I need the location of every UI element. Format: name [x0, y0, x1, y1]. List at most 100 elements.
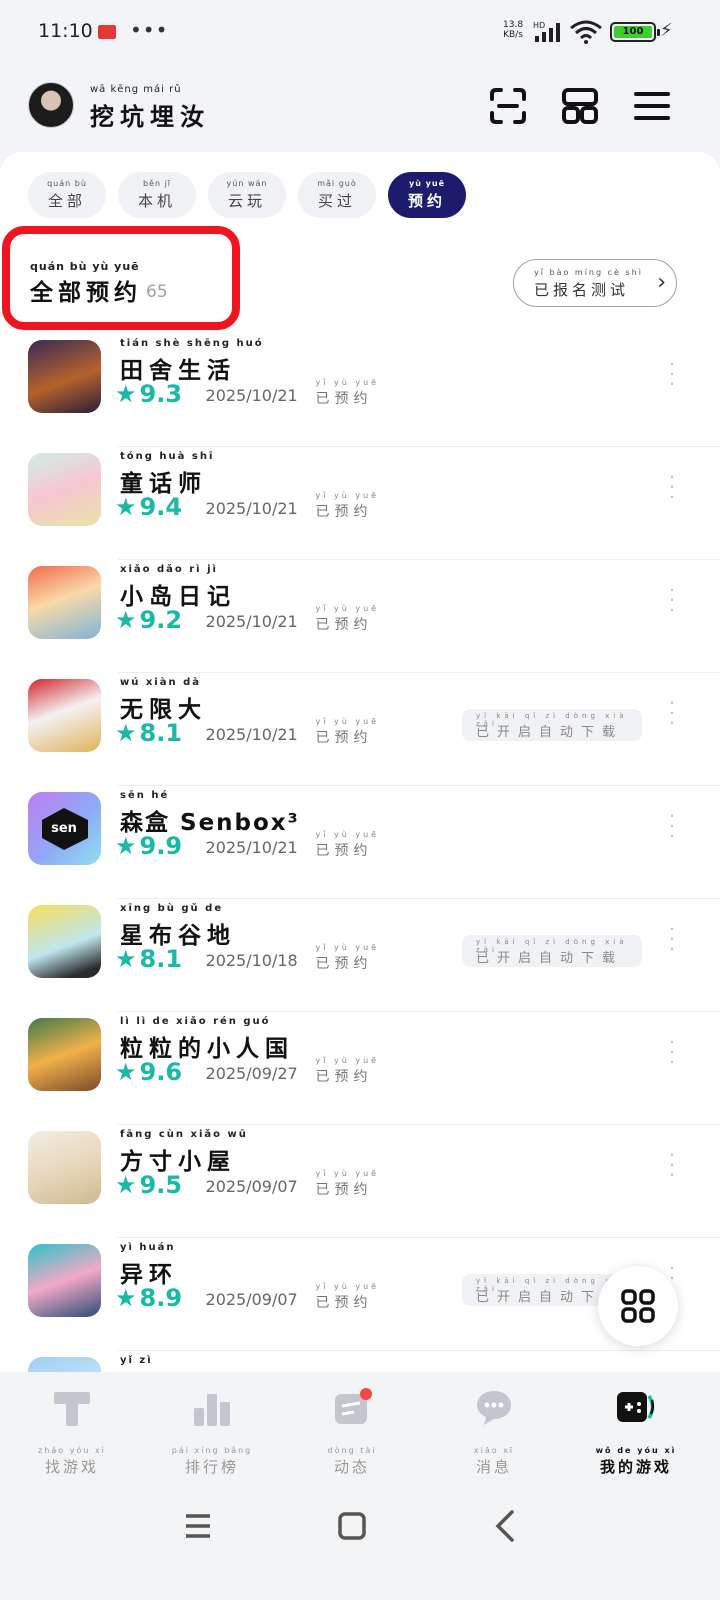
list-item[interactable]: fāng cùn xiǎo wū 方寸小屋 ★ 9.5 2025/09/07 yǐ yù… [0, 1125, 720, 1238]
reserve-date: 2025/10/21 [205, 612, 298, 631]
auto-download-badge: yǐ kāi qǐ zì dòng xià zǎi 已开启自动下载 [462, 709, 642, 741]
app-header: wā kēng mái rǔ 挖坑埋汝 [0, 80, 720, 140]
game-score: 9.9 [139, 832, 183, 860]
nav-messages[interactable]: xiāo xī 消息 [424, 1386, 564, 1477]
signal-icon: HD [533, 22, 560, 42]
star-icon: ★ [115, 1284, 137, 1312]
tab-local[interactable]: běn jī 本机 [118, 172, 196, 218]
game-score: 8.9 [139, 1284, 183, 1312]
find-game-icon [54, 1392, 90, 1426]
game-icon [28, 1357, 101, 1372]
home-icon[interactable] [328, 1506, 376, 1546]
content-panel: quán bù 全部 běn jī 本机 yún wán 云玩 mǎi guò 买过 y… [0, 152, 720, 1372]
tab-purchased[interactable]: mǎi guò 买过 [298, 172, 376, 218]
game-icon [28, 453, 101, 526]
layout-icon[interactable] [560, 86, 600, 126]
menu-icon[interactable] [632, 86, 672, 126]
more-options-icon[interactable]: ··· [664, 469, 680, 507]
reserved-status: yǐ yù yuē 已预约 [315, 378, 380, 407]
list-item[interactable]: yǐ zì [0, 1351, 720, 1372]
list-item[interactable]: lì lì de xiǎo rén guó 粒粒的小人国 ★ 9.6 2025/09/… [0, 1012, 720, 1125]
star-icon: ★ [115, 832, 137, 860]
star-icon: ★ [115, 380, 137, 408]
back-icon[interactable] [482, 1506, 530, 1546]
status-time: 11:10 [38, 20, 93, 42]
reserved-status: yǐ yù yuē 已预约 [315, 830, 380, 859]
my-games-icon [617, 1392, 655, 1422]
reserve-date: 2025/09/27 [205, 1064, 298, 1083]
list-item[interactable]: xīng bù gǔ de 星布谷地 ★ 8.1 2025/10/18 yǐ yù yu… [0, 899, 720, 1012]
feed-icon [335, 1388, 372, 1424]
star-icon: ★ [115, 606, 137, 634]
scan-icon[interactable] [488, 86, 528, 126]
reserve-date: 2025/10/21 [205, 386, 298, 405]
chevron-right-icon: › [657, 270, 666, 295]
network-speed: 13.8 KB/s [503, 20, 524, 40]
more-options-icon[interactable]: ··· [664, 1147, 680, 1185]
bottom-nav: zhǎo yóu xì 找游戏 pái xíng bǎng 排行榜 dòng tài… [0, 1372, 720, 1482]
star-icon: ★ [115, 493, 137, 521]
game-list: tián shè shēng huó 田舍生活 ★ 9.3 2025/10/21 yǐ … [0, 334, 720, 1372]
reserved-status: yǐ yù yuē 已预约 [315, 1169, 380, 1198]
signed-up-test-button[interactable]: yǐ bào míng cè shì 已报名测试 › [513, 259, 677, 307]
nav-find-game[interactable]: zhǎo yóu xì 找游戏 [2, 1386, 142, 1477]
message-icon [477, 1391, 511, 1425]
reserve-date: 2025/09/07 [205, 1177, 298, 1196]
nav-ranking[interactable]: pái xíng bǎng 排行榜 [142, 1386, 282, 1477]
battery-icon: 100 [610, 22, 660, 42]
game-score: 9.3 [139, 380, 183, 408]
list-item[interactable]: wú xiàn dà 无限大 ★ 8.1 2025/10/21 yǐ yù yuē 已预约… [0, 673, 720, 786]
tab-cloud[interactable]: yún wán 云玩 [208, 172, 286, 218]
game-score: 8.1 [139, 945, 183, 973]
list-item[interactable]: sen sēn hé 森盒 Senbox³ ★ 9.9 2025/10/21 yǐ yù… [0, 786, 720, 899]
list-item[interactable]: tóng huà shī 童话师 ★ 9.4 2025/10/21 yǐ yù yuē 已… [0, 447, 720, 560]
star-icon: ★ [115, 1058, 137, 1086]
star-icon: ★ [115, 1171, 137, 1199]
notification-icon [98, 25, 116, 39]
recent-apps-icon[interactable] [174, 1506, 222, 1546]
game-score: 8.1 [139, 719, 183, 747]
game-score: 9.6 [139, 1058, 183, 1086]
nav-feed[interactable]: dòng tài 动态 [282, 1386, 422, 1477]
more-options-icon[interactable]: ··· [664, 1034, 680, 1072]
svg-text:sen: sen [51, 821, 77, 836]
tab-reserved[interactable]: yù yuē 预约 [388, 172, 466, 218]
game-icon [28, 1018, 101, 1091]
filter-tabs: quán bù 全部 běn jī 本机 yún wán 云玩 mǎi guò 买过 y… [28, 172, 466, 218]
more-options-icon[interactable]: ··· [664, 921, 680, 959]
list-item[interactable]: tián shè shēng huó 田舍生活 ★ 9.3 2025/10/21 yǐ … [0, 334, 720, 447]
game-icon [28, 679, 101, 752]
reserve-date: 2025/10/21 [205, 838, 298, 857]
game-score: 9.2 [139, 606, 183, 634]
floating-grid-button[interactable] [598, 1266, 678, 1346]
reserved-status: yǐ yù yuē 已预约 [315, 717, 380, 746]
ranking-icon [194, 1394, 230, 1426]
svg-text:HD: HD [533, 22, 545, 30]
reserved-status: yǐ yù yuē 已预约 [315, 1282, 380, 1311]
reserve-date: 2025/09/07 [205, 1290, 298, 1309]
game-icon [28, 1244, 101, 1317]
tab-all[interactable]: quán bù 全部 [28, 172, 106, 218]
wifi-icon [570, 20, 602, 44]
username[interactable]: wā kēng mái rǔ 挖坑埋汝 [90, 84, 210, 132]
more-options-icon[interactable]: ··· [664, 582, 680, 620]
more-options-icon[interactable]: ··· [664, 695, 680, 733]
reserved-status: yǐ yù yuē 已预约 [315, 604, 380, 633]
game-icon [28, 566, 101, 639]
nav-my-games[interactable]: wǒ de yóu xì 我的游戏 [566, 1386, 706, 1477]
game-icon [28, 1131, 101, 1204]
more-options-icon[interactable]: ··· [664, 356, 680, 394]
list-item[interactable]: xiǎo dǎo rì jì 小岛日记 ★ 9.2 2025/10/21 yǐ yù y… [0, 560, 720, 673]
reserved-status: yǐ yù yuē 已预约 [315, 943, 380, 972]
reserve-date: 2025/10/18 [205, 951, 298, 970]
reserve-date: 2025/10/21 [205, 499, 298, 518]
more-notifications-icon: ••• [130, 18, 169, 42]
auto-download-badge: yǐ kāi qǐ zì dòng xià zǎi 已开启自动下载 [462, 935, 642, 967]
reserve-date: 2025/10/21 [205, 725, 298, 744]
system-nav-bar [0, 1482, 720, 1600]
avatar[interactable] [28, 82, 74, 128]
more-options-icon[interactable]: ··· [664, 808, 680, 846]
game-score: 9.4 [139, 493, 183, 521]
game-score: 9.5 [139, 1171, 183, 1199]
reservation-count: 65 [146, 282, 168, 302]
